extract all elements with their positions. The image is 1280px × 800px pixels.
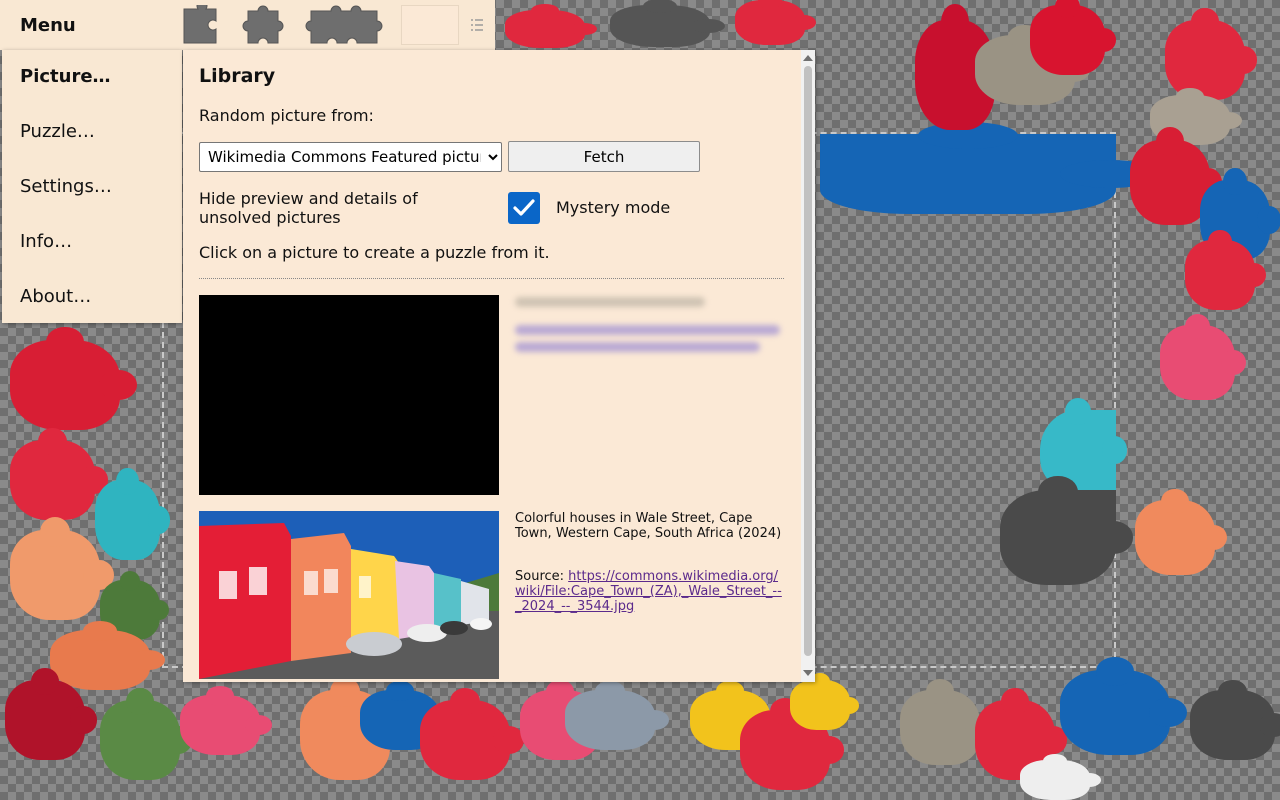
menu-item-puzzle[interactable]: Puzzle…	[20, 121, 95, 142]
preview-thumbnail[interactable]	[401, 5, 459, 45]
library-title: Library	[199, 65, 276, 87]
puzzle-piece[interactable]	[100, 688, 192, 780]
puzzle-piece[interactable]	[1160, 313, 1247, 400]
puzzle-piece[interactable]	[1020, 754, 1101, 800]
random-picture-label: Random picture from:	[199, 106, 374, 125]
large-piece-icon[interactable]	[303, 5, 385, 47]
picture-thumbnail[interactable]	[199, 511, 499, 679]
picture-source-select[interactable]: Wikimedia Commons Featured picture	[199, 142, 502, 172]
library-panel: Library Random picture from: Wikimedia C…	[183, 50, 815, 682]
source-prefix: Source:	[515, 569, 569, 584]
divider	[199, 278, 784, 279]
puzzle-piece[interactable]	[10, 428, 108, 520]
menu-item-settings[interactable]: Settings…	[20, 176, 112, 197]
picture-caption: Colorful houses in Wale Street, Cape Tow…	[515, 511, 782, 541]
picture-source: Source: https://commons.wikimedia.org/wi…	[515, 569, 787, 614]
puzzle-piece[interactable]	[1060, 657, 1187, 755]
puzzle-piece[interactable]	[790, 672, 859, 730]
puzzle-piece[interactable]	[1135, 488, 1227, 575]
medium-piece-icon[interactable]	[240, 5, 288, 47]
main-menu: Picture… Puzzle… Settings… Info… About…	[2, 50, 182, 323]
library-hint: Click on a picture to create a puzzle fr…	[199, 243, 550, 262]
list-icon[interactable]	[469, 17, 485, 33]
hidden-picture-thumbnail[interactable]	[199, 295, 499, 495]
puzzle-piece[interactable]	[1000, 475, 1134, 585]
puzzle-piece[interactable]	[1190, 679, 1280, 760]
scroll-down-arrow-icon[interactable]	[803, 670, 813, 676]
mystery-mode-checkbox[interactable]	[508, 192, 540, 224]
scrollbar-thumb[interactable]	[804, 66, 812, 656]
menu-item-about[interactable]: About…	[20, 286, 91, 307]
puzzle-piece[interactable]	[95, 468, 170, 560]
puzzle-piece[interactable]	[1030, 0, 1117, 75]
checkmark-icon	[513, 199, 535, 216]
puzzle-piece[interactable]	[900, 678, 992, 765]
puzzle-piece[interactable]	[1130, 127, 1222, 225]
menu-item-info[interactable]: Info…	[20, 231, 72, 252]
mystery-mode-label[interactable]: Mystery mode	[556, 198, 670, 217]
puzzle-piece[interactable]	[505, 4, 597, 48]
menu-item-picture[interactable]: Picture…	[20, 66, 111, 87]
puzzle-piece[interactable]	[610, 0, 725, 47]
puzzle-piece[interactable]	[1165, 8, 1257, 100]
puzzle-piece[interactable]	[1185, 229, 1266, 310]
puzzle-piece[interactable]	[10, 516, 114, 620]
fetch-button[interactable]: Fetch	[508, 141, 700, 172]
puzzle-piece[interactable]	[735, 0, 816, 45]
puzzle-piece[interactable]	[565, 681, 669, 750]
puzzle-piece[interactable]	[10, 326, 137, 430]
scroll-up-arrow-icon[interactable]	[803, 55, 813, 61]
puzzle-piece[interactable]	[420, 688, 524, 780]
puzzle-piece[interactable]	[820, 122, 1161, 214]
menu-button[interactable]: Menu	[20, 15, 76, 36]
library-scrollbar[interactable]	[801, 50, 815, 682]
puzzle-piece[interactable]	[5, 668, 97, 760]
puzzle-piece[interactable]	[50, 621, 165, 690]
small-piece-icon[interactable]	[182, 5, 224, 47]
top-bar: Menu	[0, 0, 495, 50]
puzzle-piece[interactable]	[180, 686, 272, 755]
hide-preview-label: Hide preview and details of unsolved pic…	[199, 189, 418, 227]
